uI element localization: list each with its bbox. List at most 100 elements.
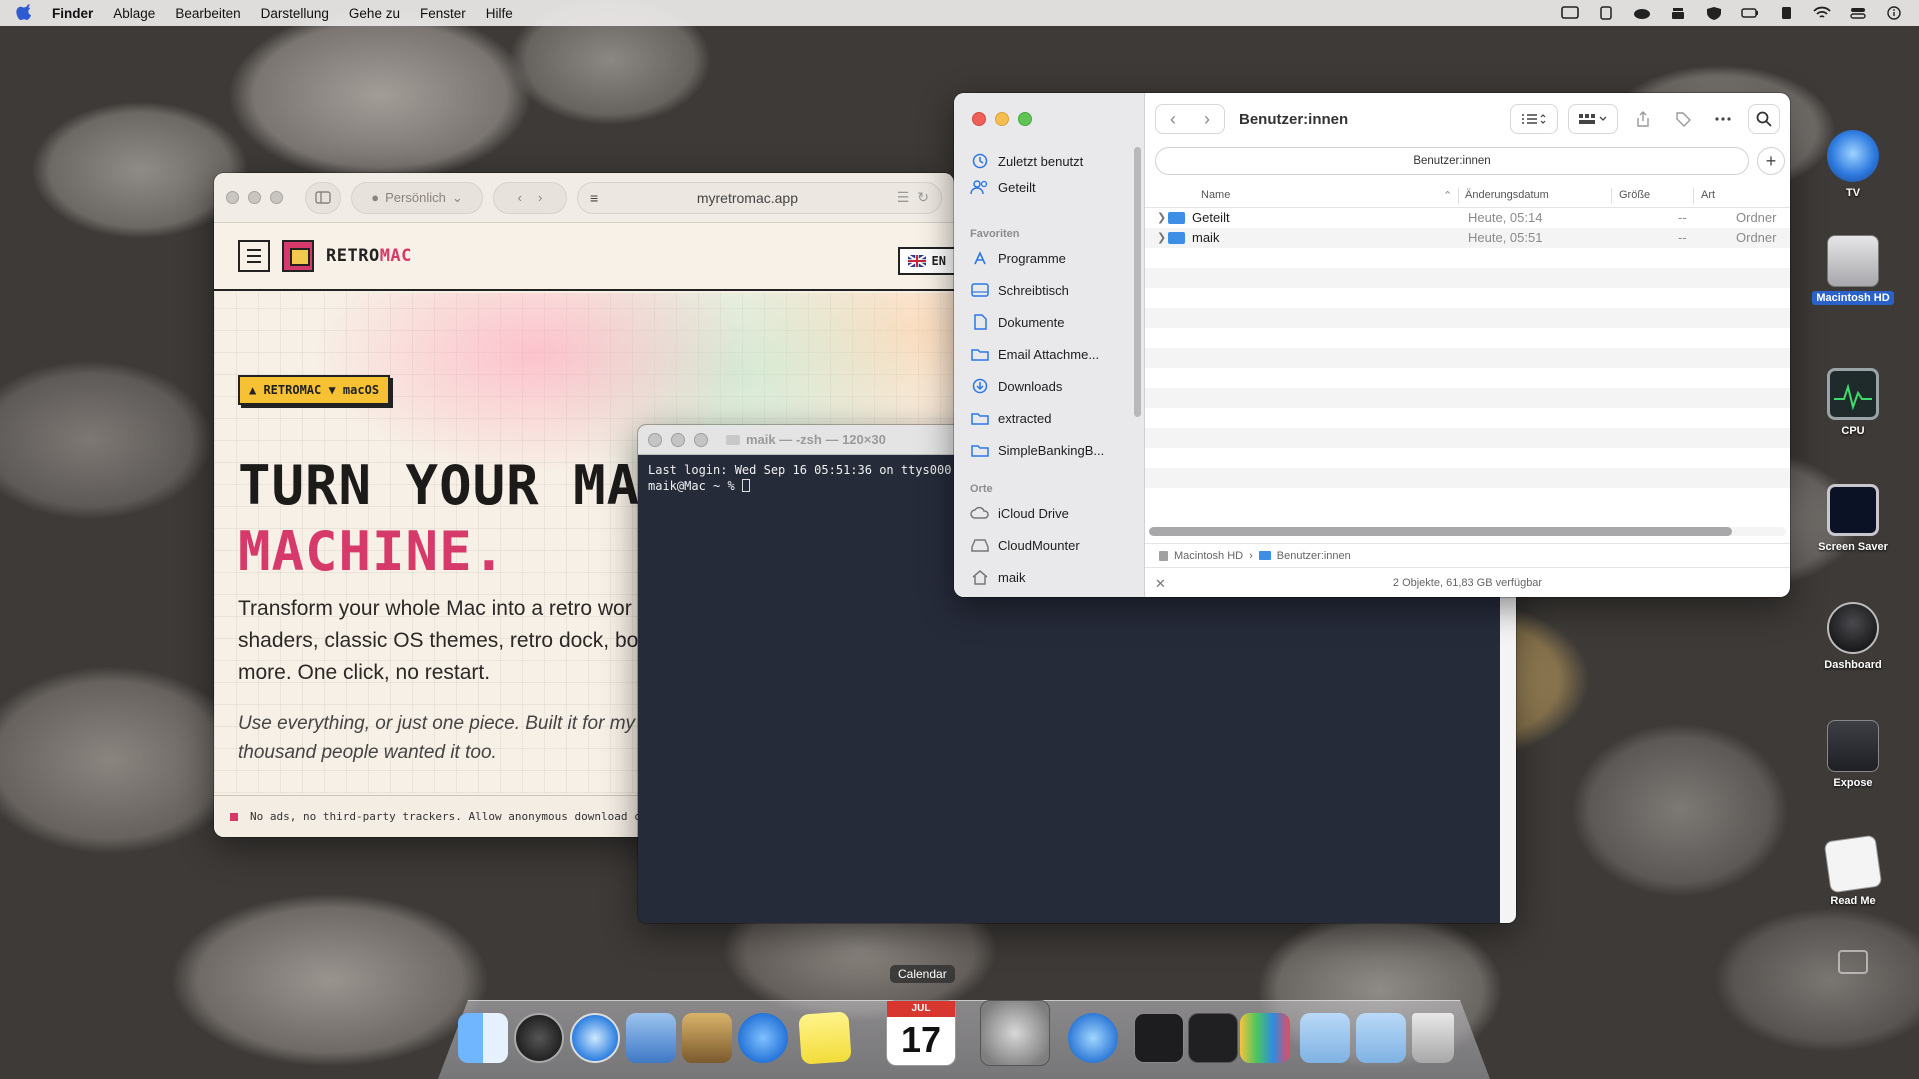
dock-safari-icon[interactable] bbox=[570, 1013, 620, 1063]
desktop-icon-macintosh-hd[interactable]: Macintosh HD bbox=[1808, 235, 1898, 305]
column-name[interactable]: Name bbox=[1201, 189, 1230, 201]
minimize-button[interactable] bbox=[248, 191, 261, 204]
hamburger-menu-icon[interactable] bbox=[238, 240, 270, 272]
path-segment-macintosh-hd[interactable]: Macintosh HD bbox=[1174, 550, 1243, 562]
dock-calendar-icon[interactable]: JUL 17 bbox=[886, 1000, 956, 1066]
dock-mail-icon[interactable] bbox=[626, 1013, 676, 1063]
zoom-button[interactable] bbox=[270, 191, 283, 204]
stack-app-icon[interactable] bbox=[1669, 6, 1687, 20]
dock-terminal-icon[interactable] bbox=[1134, 1013, 1184, 1063]
sidebar-toggle-icon[interactable] bbox=[305, 181, 341, 214]
desktop-icon-expose[interactable]: Expose bbox=[1808, 720, 1898, 790]
dock-trash-icon[interactable] bbox=[1412, 1013, 1454, 1063]
sidebar-item-recents[interactable]: Zuletzt benutzt bbox=[970, 148, 1083, 174]
tab-path-field[interactable]: Benutzer:innen bbox=[1155, 147, 1749, 175]
sidebar-item-schreibtisch[interactable]: Schreibtisch bbox=[970, 277, 1069, 303]
menu-finder[interactable]: Finder bbox=[52, 6, 93, 21]
menu-fenster[interactable]: Fenster bbox=[420, 6, 466, 21]
column-kind[interactable]: Art bbox=[1701, 189, 1715, 201]
sidebar-item-dokumente[interactable]: Dokumente bbox=[970, 309, 1064, 335]
table-row[interactable]: ❯ maik Heute, 05:51 -- Ordner bbox=[1145, 228, 1790, 248]
horizontal-scrollbar[interactable] bbox=[1149, 527, 1786, 536]
close-status-icon[interactable]: ✕ bbox=[1155, 576, 1166, 592]
sidebar-item-email-attachments[interactable]: Email Attachme... bbox=[970, 341, 1099, 367]
finder-zoom-button[interactable] bbox=[1018, 112, 1032, 126]
sidebar-item-programme[interactable]: Programme bbox=[970, 245, 1066, 271]
menu-bearbeiten[interactable]: Bearbeiten bbox=[175, 6, 240, 21]
reload-icon[interactable]: ↻ bbox=[917, 189, 929, 206]
translate-icon[interactable]: ☰ bbox=[897, 189, 910, 206]
dock-colorful-app-icon[interactable] bbox=[1240, 1013, 1290, 1063]
sort-ascending-icon[interactable]: ⌃ bbox=[1443, 189, 1452, 202]
search-icon[interactable] bbox=[1748, 104, 1780, 134]
table-row[interactable]: ❯ Geteilt Heute, 05:14 -- Ordner bbox=[1145, 208, 1790, 228]
desktop-icon-dashboard[interactable]: Dashboard bbox=[1808, 602, 1898, 672]
dock-system-preferences-icon[interactable] bbox=[980, 1000, 1050, 1066]
menu-ablage[interactable]: Ablage bbox=[113, 6, 155, 21]
battery-icon[interactable] bbox=[1741, 6, 1759, 20]
terminal-minimize-button[interactable] bbox=[671, 432, 685, 447]
finder-minimize-button[interactable] bbox=[995, 112, 1009, 126]
desktop-icon-cpu[interactable]: CPU bbox=[1808, 368, 1898, 438]
dock-stickies-icon[interactable] bbox=[798, 1011, 852, 1065]
dock-itunes-icon[interactable] bbox=[1068, 1013, 1118, 1063]
desktop-icon-screen-saver[interactable]: Screen Saver bbox=[1808, 484, 1898, 554]
clipboard-icon[interactable] bbox=[1597, 6, 1615, 20]
group-view-icon[interactable] bbox=[1568, 104, 1618, 134]
address-bar[interactable]: ≡ myretromac.app ☰ ↻ bbox=[577, 181, 942, 214]
screen-mirroring-icon[interactable] bbox=[1561, 6, 1579, 20]
wifi-icon[interactable] bbox=[1813, 6, 1831, 20]
dock-ichat-icon[interactable] bbox=[738, 1013, 788, 1063]
sidebar-scrollbar[interactable] bbox=[1134, 147, 1141, 417]
retromac-logo[interactable] bbox=[282, 240, 314, 272]
share-icon[interactable] bbox=[1628, 104, 1658, 134]
more-icon[interactable] bbox=[1708, 104, 1738, 134]
sidebar-item-shared[interactable]: Geteilt bbox=[970, 174, 1036, 200]
column-date-modified[interactable]: Änderungsdatum bbox=[1465, 189, 1549, 201]
dock-photos-icon[interactable] bbox=[682, 1013, 732, 1063]
dock-applications-folder-icon[interactable] bbox=[1356, 1013, 1406, 1063]
terminal-zoom-button[interactable] bbox=[694, 432, 708, 447]
sidebar-item-extracted[interactable]: extracted bbox=[970, 405, 1051, 431]
window-switch-icon[interactable] bbox=[1838, 950, 1868, 974]
language-switch[interactable]: EN bbox=[897, 247, 954, 275]
desktop-icon-tv[interactable]: TV bbox=[1808, 130, 1898, 200]
site-brand[interactable]: RETROMAC bbox=[326, 246, 412, 266]
finder-close-button[interactable] bbox=[972, 112, 986, 126]
sidebar-item-downloads[interactable]: Downloads bbox=[970, 373, 1062, 399]
new-tab-button[interactable]: + bbox=[1757, 147, 1785, 175]
page-menu-icon[interactable]: ≡ bbox=[590, 190, 598, 206]
shield-icon[interactable] bbox=[1705, 6, 1723, 20]
disclosure-chevron-icon[interactable]: ❯ bbox=[1157, 211, 1166, 224]
column-size[interactable]: Größe bbox=[1619, 189, 1650, 201]
list-view-icon[interactable] bbox=[1510, 104, 1558, 134]
cloud-app-icon[interactable] bbox=[1633, 6, 1651, 20]
terminal-close-button[interactable] bbox=[648, 432, 662, 447]
info-icon[interactable] bbox=[1885, 6, 1903, 20]
dock-documents-folder-icon[interactable] bbox=[1300, 1013, 1350, 1063]
sidebar-item-cloudmounter[interactable]: CloudMounter bbox=[970, 532, 1080, 558]
sd-card-icon[interactable] bbox=[1777, 6, 1795, 20]
dock-pen-app-icon[interactable] bbox=[1188, 1013, 1238, 1063]
apple-menu-icon[interactable] bbox=[16, 4, 34, 22]
path-segment-users[interactable]: Benutzer:innen bbox=[1277, 550, 1351, 562]
scrollbar-thumb[interactable] bbox=[1149, 527, 1732, 536]
profile-button[interactable]: ● Persönlich ⌄ bbox=[351, 181, 483, 214]
forward-arrow-icon[interactable]: › bbox=[538, 190, 542, 205]
desktop-icon-read-me[interactable]: Read Me bbox=[1808, 834, 1898, 908]
sidebar-item-maik[interactable]: maik bbox=[970, 564, 1025, 590]
menu-gehe-zu[interactable]: Gehe zu bbox=[349, 6, 400, 21]
disclosure-chevron-icon[interactable]: ❯ bbox=[1157, 231, 1166, 244]
sidebar-item-simplebanking[interactable]: SimpleBankingB... bbox=[970, 437, 1104, 463]
dock-dashboard-icon[interactable] bbox=[514, 1013, 564, 1063]
sidebar-item-icloud-drive[interactable]: iCloud Drive bbox=[970, 500, 1069, 526]
tag-icon[interactable] bbox=[1668, 104, 1698, 134]
menu-darstellung[interactable]: Darstellung bbox=[261, 6, 329, 21]
back-arrow-icon[interactable]: ‹ bbox=[1156, 105, 1190, 133]
dock-finder-icon[interactable] bbox=[458, 1013, 508, 1063]
control-center-icon[interactable] bbox=[1849, 6, 1867, 20]
menu-hilfe[interactable]: Hilfe bbox=[486, 6, 513, 21]
forward-arrow-icon[interactable]: › bbox=[1190, 105, 1224, 133]
back-arrow-icon[interactable]: ‹ bbox=[518, 190, 522, 205]
close-button[interactable] bbox=[226, 191, 239, 204]
